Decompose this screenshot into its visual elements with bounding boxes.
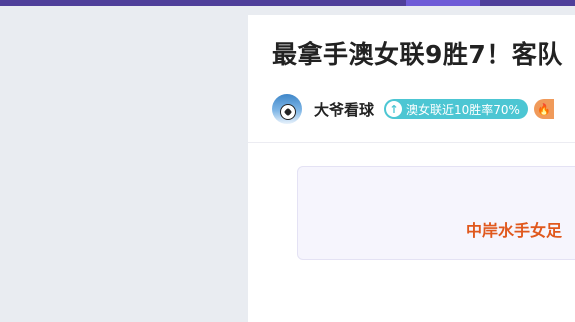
author-stat-tag[interactable]: ↑ 澳女联近10胜率70%: [384, 99, 528, 119]
author-name[interactable]: 大爷看球: [314, 99, 374, 120]
article-panel: 最拿手澳女联9胜7！客队 大爷看球 ↑ 澳女联近10胜率70% 🔥 中岸水手女足: [248, 15, 575, 322]
arrow-up-icon: ↑: [386, 101, 403, 117]
divider: [248, 142, 575, 143]
top-nav-active-indicator: [406, 0, 480, 6]
author-row: 大爷看球 ↑ 澳女联近10胜率70% 🔥: [272, 93, 554, 125]
fire-icon[interactable]: 🔥: [533, 99, 554, 119]
article-title: 最拿手澳女联9胜7！客队: [272, 40, 563, 69]
author-stat-tag-label: 澳女联近10胜率70%: [406, 102, 520, 117]
soccer-ball-icon: [280, 104, 296, 120]
author-avatar[interactable]: [272, 94, 302, 124]
match-card-headline: 中岸水手女足: [466, 221, 563, 240]
match-card[interactable]: 中岸水手女足: [297, 166, 575, 260]
left-sidebar-area: [0, 6, 248, 322]
